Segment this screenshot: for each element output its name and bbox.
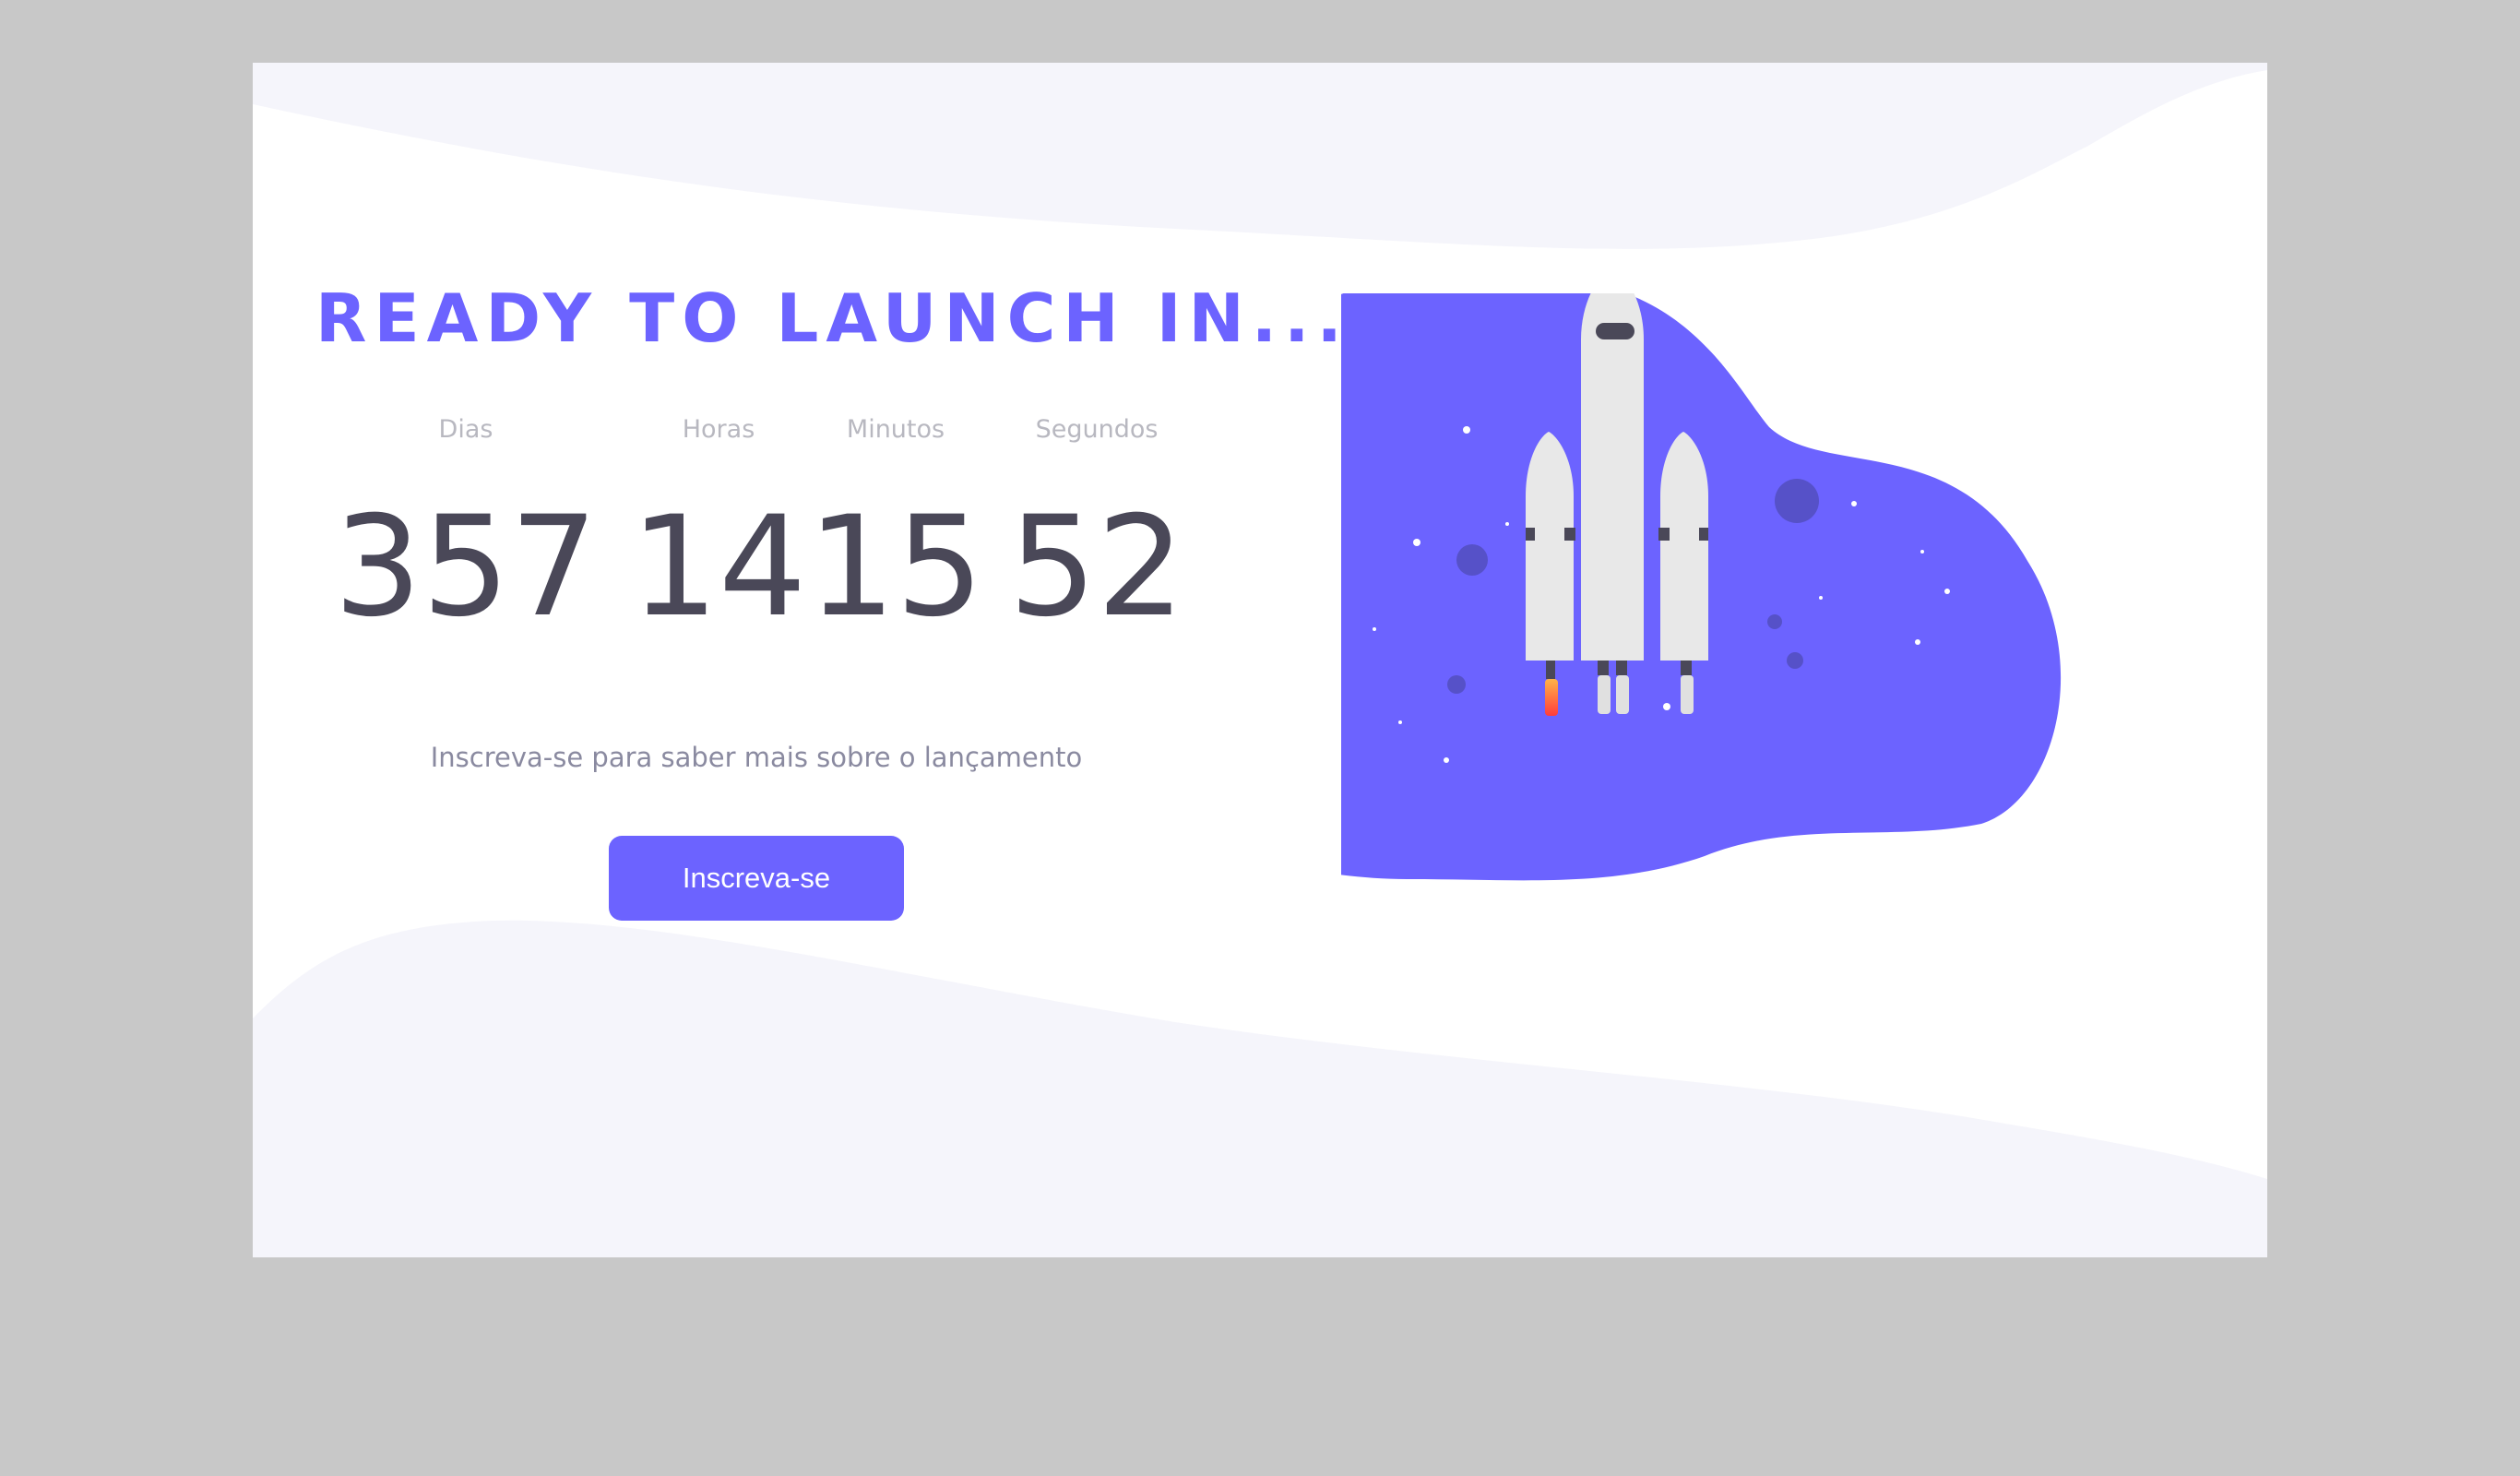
star-icon [1920,550,1924,554]
star-icon [1373,627,1376,631]
moon-icon [1787,652,1803,669]
hours-value: 14 [630,487,807,648]
subscribe-button[interactable]: Inscreva-se [609,836,904,921]
star-icon [1505,522,1509,526]
subscribe-prompt: Inscreva-se para saber mais sobre o lanç… [430,742,1083,773]
countdown-card: READY TO LAUNCH IN... Dias Horas Minutos… [253,63,2267,1257]
days-label: Dias [438,415,493,444]
right-booster [1660,432,1708,661]
moon-icon [1456,544,1488,576]
star-icon [1915,639,1920,645]
moon-icon [1447,675,1466,694]
top-wave [253,63,2267,249]
days-value: 357 [333,487,599,648]
page-title: READY TO LAUNCH IN... [315,280,1349,357]
star-icon [1463,426,1470,434]
flame-icon [1545,679,1558,716]
moon-icon [1767,614,1782,629]
rocket-launch-illustration [1341,293,2062,881]
minutes-value: 15 [807,487,984,648]
star-icon [1944,589,1950,594]
star-icon [1856,430,1860,434]
star-icon [1663,703,1670,710]
star-icon [1398,720,1402,724]
seconds-label: Segundos [1035,415,1159,444]
core-stage [1581,293,1644,661]
minutes-label: Minutos [846,415,945,444]
star-icon [1444,757,1449,763]
moon-icon [1775,479,1819,523]
seconds-value: 52 [1008,487,1185,648]
star-icon [1851,501,1857,506]
left-booster [1526,432,1574,661]
hours-label: Horas [682,415,755,444]
star-icon [1413,539,1420,546]
star-icon [1819,596,1823,600]
cockpit-window [1596,323,1634,339]
